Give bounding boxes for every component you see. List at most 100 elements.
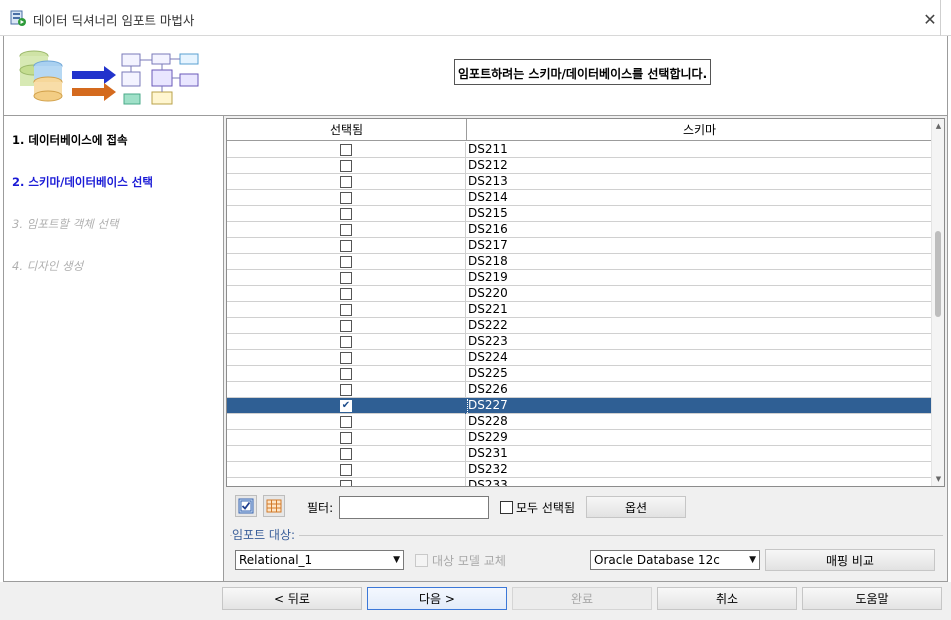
- selected-cell: [227, 142, 466, 158]
- selected-cell: [227, 206, 466, 222]
- database-type-value: Oracle Database 12c: [594, 553, 720, 567]
- grid-view-button[interactable]: [263, 495, 285, 517]
- selected-cell: [227, 190, 466, 206]
- schema-cell: DS212: [468, 158, 508, 172]
- next-button[interactable]: 다음 >: [367, 587, 507, 610]
- target-model-select[interactable]: Relational_1 ▼: [235, 550, 404, 570]
- table-row[interactable]: DS229: [227, 430, 932, 446]
- filter-input[interactable]: [339, 496, 489, 519]
- schema-cell: DS217: [468, 238, 508, 252]
- row-checkbox[interactable]: [340, 352, 352, 364]
- selected-cell: [227, 430, 466, 446]
- row-checkbox[interactable]: [340, 208, 352, 220]
- selected-cell: [227, 318, 466, 334]
- finish-button[interactable]: 완료: [512, 587, 652, 610]
- wizard-banner: 임포트하려는 스키마/데이터베이스를 선택합니다.: [3, 36, 948, 116]
- wizard-footer: < 뒤로 다음 > 완료 취소 도움말: [0, 582, 951, 620]
- column-header-selected[interactable]: 선택됨: [227, 119, 467, 141]
- row-checkbox[interactable]: [340, 192, 352, 204]
- row-checkbox[interactable]: [340, 176, 352, 188]
- row-checkbox[interactable]: [340, 480, 352, 486]
- grid-vertical-scrollbar[interactable]: ▲ ▼: [931, 119, 944, 486]
- row-checkbox[interactable]: [340, 416, 352, 428]
- schema-cell: DS221: [468, 302, 508, 316]
- row-checkbox[interactable]: [340, 224, 352, 236]
- wizard-app-icon: [10, 10, 26, 26]
- help-button[interactable]: 도움말: [802, 587, 942, 610]
- row-checkbox[interactable]: ✔: [340, 400, 352, 412]
- row-checkbox[interactable]: [340, 384, 352, 396]
- table-row[interactable]: DS219: [227, 270, 932, 286]
- table-row[interactable]: DS218: [227, 254, 932, 270]
- check-selected-button[interactable]: [235, 495, 257, 517]
- table-row[interactable]: DS215: [227, 206, 932, 222]
- table-row[interactable]: DS232: [227, 462, 932, 478]
- step-select-objects: 3. 임포트할 객체 선택: [12, 217, 119, 231]
- schema-cell: DS224: [468, 350, 508, 364]
- row-checkbox[interactable]: [340, 464, 352, 476]
- table-row[interactable]: DS221: [227, 302, 932, 318]
- window-title: 데이터 딕셔너리 임포트 마법사: [33, 13, 195, 28]
- row-checkbox[interactable]: [340, 448, 352, 460]
- table-row[interactable]: DS222: [227, 318, 932, 334]
- row-checkbox[interactable]: [340, 272, 352, 284]
- schema-cell: DS218: [468, 254, 508, 268]
- focus-indicator: [467, 399, 468, 413]
- schema-cell: DS211: [468, 142, 508, 156]
- row-checkbox[interactable]: [340, 320, 352, 332]
- table-row[interactable]: DS231: [227, 446, 932, 462]
- compare-mapping-button[interactable]: 매핑 비교: [765, 549, 935, 571]
- filter-label: 필터:: [307, 501, 334, 515]
- row-checkbox[interactable]: [340, 368, 352, 380]
- table-row[interactable]: DS217: [227, 238, 932, 254]
- column-header-schema[interactable]: 스키마: [467, 119, 932, 141]
- row-checkbox[interactable]: [340, 288, 352, 300]
- close-button[interactable]: ✕: [919, 8, 941, 30]
- scroll-down-icon[interactable]: ▼: [932, 472, 944, 486]
- row-checkbox[interactable]: [340, 144, 352, 156]
- select-all-label[interactable]: 모두 선택됨: [516, 499, 575, 516]
- replace-model-label: 대상 모델 교체: [432, 554, 506, 568]
- table-row[interactable]: DS214: [227, 190, 932, 206]
- table-row[interactable]: DS224: [227, 350, 932, 366]
- selected-cell: [227, 238, 466, 254]
- close-icon: ✕: [923, 9, 937, 29]
- table-row[interactable]: DS212: [227, 158, 932, 174]
- grid-header: 선택됨 스키마: [227, 119, 932, 141]
- options-button[interactable]: 옵션: [586, 496, 686, 518]
- import-illustration-icon: [19, 50, 199, 105]
- back-button[interactable]: < 뒤로: [222, 587, 362, 610]
- step-select-schema[interactable]: 2. 스키마/데이터베이스 선택: [12, 174, 153, 190]
- row-checkbox[interactable]: [340, 256, 352, 268]
- row-checkbox[interactable]: [340, 240, 352, 252]
- row-checkbox[interactable]: [340, 304, 352, 316]
- selected-cell: [227, 254, 466, 270]
- selected-cell: [227, 334, 466, 350]
- table-row[interactable]: DS216: [227, 222, 932, 238]
- database-type-select[interactable]: Oracle Database 12c ▼: [590, 550, 760, 570]
- cancel-button[interactable]: 취소: [657, 587, 797, 610]
- selected-cell: [227, 222, 466, 238]
- row-checkbox[interactable]: [340, 160, 352, 172]
- row-checkbox[interactable]: [340, 336, 352, 348]
- scroll-thumb[interactable]: [935, 231, 941, 317]
- replace-model-checkbox[interactable]: [415, 554, 428, 567]
- table-row[interactable]: DS226: [227, 382, 932, 398]
- table-row[interactable]: DS225: [227, 366, 932, 382]
- table-row[interactable]: ✔ DS227: [227, 398, 932, 414]
- table-row[interactable]: DS220: [227, 286, 932, 302]
- schema-cell: DS222: [468, 318, 508, 332]
- schema-cell: DS227: [468, 398, 508, 412]
- grid-body: DS211 DS212 DS213 DS214 DS215 DS216 DS217 DS218…: [227, 142, 932, 486]
- table-row[interactable]: DS213: [227, 174, 932, 190]
- table-row[interactable]: DS228: [227, 414, 932, 430]
- scroll-up-icon[interactable]: ▲: [932, 119, 944, 133]
- row-checkbox[interactable]: [340, 432, 352, 444]
- table-row[interactable]: DS223: [227, 334, 932, 350]
- table-row[interactable]: DS211: [227, 142, 932, 158]
- step-connect-database[interactable]: 1. 데이터베이스에 접속: [12, 132, 128, 148]
- import-target-label: 임포트 대상:: [232, 526, 300, 543]
- schema-cell: DS215: [468, 206, 508, 220]
- table-row[interactable]: DS233: [227, 478, 932, 486]
- select-all-checkbox[interactable]: [500, 501, 513, 514]
